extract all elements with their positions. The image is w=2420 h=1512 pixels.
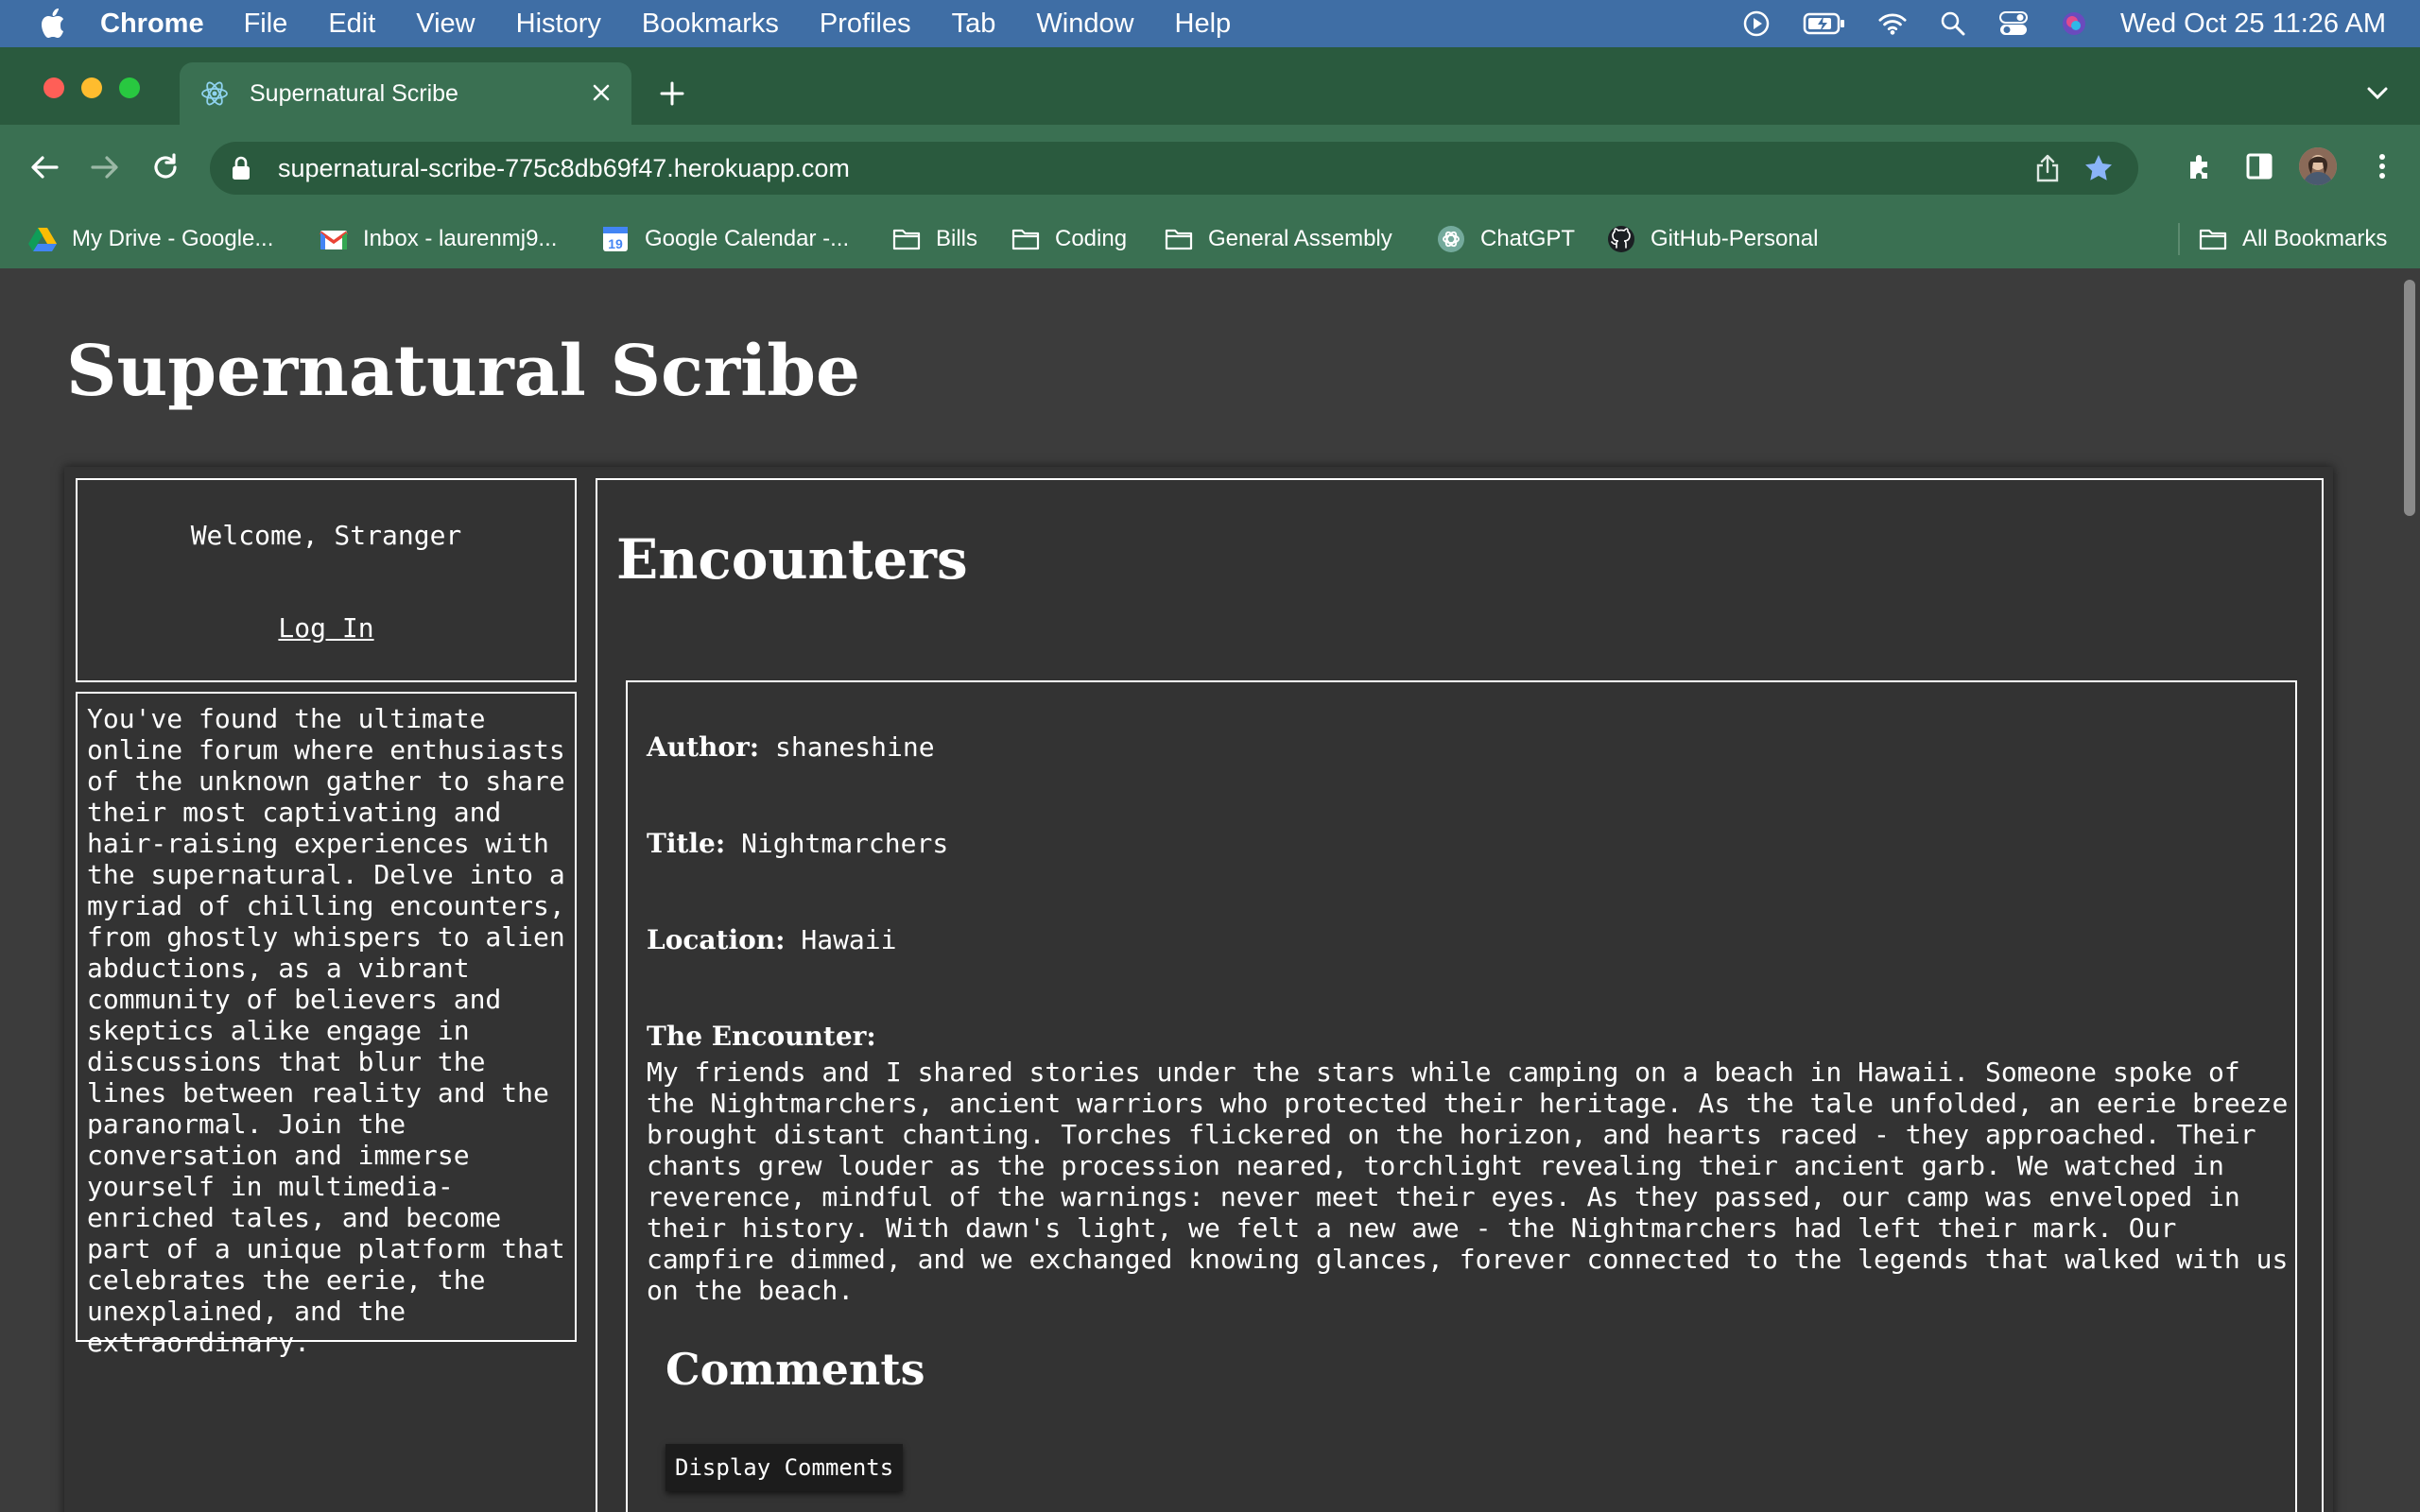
bookmark-folder-general-assembly[interactable]: General Assembly	[1165, 223, 1392, 255]
back-arrow-icon[interactable]	[25, 147, 64, 187]
page-scrollbar[interactable]	[2399, 268, 2420, 1512]
menu-app-chrome[interactable]: Chrome	[100, 9, 204, 40]
bookmark-gmail-inbox[interactable]: Inbox - laurenmj9...	[320, 223, 557, 255]
bookmark-all-bookmarks[interactable]: All Bookmarks	[2199, 223, 2387, 255]
scrollbar-thumb[interactable]	[2404, 280, 2415, 516]
bookmark-github-personal[interactable]: GitHub-Personal	[1607, 223, 1818, 255]
bookmark-star-icon[interactable]	[2083, 153, 2114, 183]
bookmark-label: Google Calendar -...	[645, 226, 850, 251]
gmail-icon	[320, 225, 348, 253]
bookmark-label: Bills	[936, 226, 978, 251]
encounters-panel: Encounters Author: shaneshine Title: Nig…	[596, 478, 2324, 1512]
menu-help[interactable]: Help	[1175, 9, 1232, 40]
title-value: Nightmarchers	[741, 828, 949, 859]
author-value: shaneshine	[775, 731, 935, 763]
encounter-card: Author: shaneshine Title: Nightmarchers …	[626, 680, 2297, 1512]
bookmark-label: My Drive - Google...	[72, 226, 274, 251]
web-page: Supernatural Scribe Welcome, Stranger Lo…	[0, 268, 2399, 1512]
new-tab-plus-icon[interactable]	[654, 76, 690, 112]
encounters-heading: Encounters	[616, 527, 968, 592]
bookmark-label: Inbox - laurenmj9...	[363, 226, 558, 251]
encounter-story: My friends and I shared stories under th…	[647, 1057, 2289, 1306]
site-title: Supernatural Scribe	[66, 331, 861, 412]
menu-history[interactable]: History	[516, 9, 601, 40]
encounter-location: Location: Hawaii	[647, 924, 897, 955]
calendar-icon: 19	[601, 225, 630, 253]
welcome-greeting: Welcome, Stranger	[190, 520, 462, 551]
bookmark-google-calendar[interactable]: 19 Google Calendar -...	[601, 223, 849, 255]
tab-title: Supernatural Scribe	[250, 79, 458, 107]
lock-icon[interactable]	[231, 155, 253, 181]
location-value: Hawaii	[801, 924, 897, 955]
story-label: The Encounter:	[647, 1021, 876, 1052]
encounter-author: Author: shaneshine	[647, 731, 935, 763]
spotlight-search-icon[interactable]	[1939, 9, 1967, 38]
encounter-title: Title: Nightmarchers	[647, 828, 948, 859]
forward-arrow-icon[interactable]	[85, 147, 125, 187]
bookmarks-bar: My Drive - Google... Inbox - laurenmj9..…	[0, 210, 2420, 268]
github-icon	[1607, 225, 1635, 253]
location-label: Location:	[647, 924, 786, 955]
about-description: You've found the ultimate online forum w…	[76, 692, 577, 1358]
address-bar[interactable]: supernatural-scribe-775c8db69f47.herokua…	[210, 142, 2138, 195]
menu-profiles[interactable]: Profiles	[820, 9, 911, 40]
bookmark-label: Coding	[1055, 226, 1128, 251]
bookmark-chatgpt[interactable]: ChatGPT	[1437, 223, 1575, 255]
content-layout: Welcome, Stranger Log In You've found th…	[64, 467, 2333, 1512]
folder-icon	[892, 225, 921, 253]
extensions-puzzle-icon[interactable]	[2182, 147, 2220, 185]
menu-edit[interactable]: Edit	[328, 9, 375, 40]
svg-text:19: 19	[608, 236, 623, 251]
encounter-story-label: The Encounter:	[647, 1021, 876, 1052]
login-link[interactable]: Log In	[78, 612, 575, 644]
chrome-menu-kebab-icon[interactable]	[2363, 147, 2401, 185]
battery-icon[interactable]	[1803, 9, 1846, 38]
welcome-box: Welcome, Stranger Log In	[76, 478, 577, 682]
browser-toolbar: supernatural-scribe-775c8db69f47.herokua…	[0, 125, 2420, 210]
window-close-button[interactable]	[43, 77, 64, 98]
browser-tab-strip: Supernatural Scribe	[0, 47, 2420, 125]
folder-icon	[1011, 225, 1040, 253]
menu-view[interactable]: View	[416, 9, 475, 40]
tab-search-chevron-down-icon[interactable]	[2361, 77, 2394, 110]
comments-heading: Comments	[666, 1344, 925, 1395]
display-comments-button[interactable]: Display Comments	[666, 1444, 904, 1491]
profile-avatar[interactable]	[2299, 147, 2337, 185]
title-label: Title:	[647, 828, 726, 859]
bookmark-label: General Assembly	[1208, 226, 1392, 251]
menu-bookmarks[interactable]: Bookmarks	[642, 9, 779, 40]
bookmark-folder-coding[interactable]: Coding	[1011, 223, 1127, 255]
bookmark-label: ChatGPT	[1480, 226, 1576, 251]
url-text[interactable]: supernatural-scribe-775c8db69f47.herokua…	[278, 154, 850, 183]
tab-close-icon[interactable]	[588, 79, 614, 106]
bookmark-label: GitHub-Personal	[1651, 226, 1819, 251]
folder-icon	[1165, 225, 1193, 253]
menu-window[interactable]: Window	[1036, 9, 1133, 40]
bookmark-folder-bills[interactable]: Bills	[892, 223, 977, 255]
menu-tab[interactable]: Tab	[952, 9, 996, 40]
status-area: Wed Oct 25 11:26 AM	[1710, 0, 2386, 47]
react-atom-icon	[200, 79, 229, 108]
author-label: Author:	[647, 731, 760, 763]
control-center-icon[interactable]	[1998, 9, 2028, 38]
media-play-icon[interactable]	[1742, 9, 1771, 38]
share-icon[interactable]	[2032, 153, 2063, 183]
folder-icon	[2199, 225, 2227, 253]
window-minimize-button[interactable]	[81, 77, 102, 98]
bookmark-label: All Bookmarks	[2242, 226, 2388, 251]
tab-supernatural-scribe[interactable]: Supernatural Scribe	[180, 62, 631, 125]
wifi-icon[interactable]	[1878, 9, 1907, 38]
google-drive-icon	[28, 225, 57, 253]
window-zoom-button[interactable]	[119, 77, 140, 98]
apple-logo-icon[interactable]	[36, 8, 68, 40]
side-panel-icon[interactable]	[2240, 147, 2278, 185]
siri-icon[interactable]	[2060, 9, 2088, 38]
bookmarks-divider	[2178, 223, 2180, 255]
reload-icon[interactable]	[146, 147, 185, 187]
bookmark-my-drive[interactable]: My Drive - Google...	[28, 223, 273, 255]
menu-clock[interactable]: Wed Oct 25 11:26 AM	[2120, 9, 2386, 40]
chatgpt-icon	[1437, 225, 1465, 253]
macos-menu-bar: Chrome File Edit View History Bookmarks …	[0, 0, 2420, 47]
menu-file[interactable]: File	[244, 9, 288, 40]
